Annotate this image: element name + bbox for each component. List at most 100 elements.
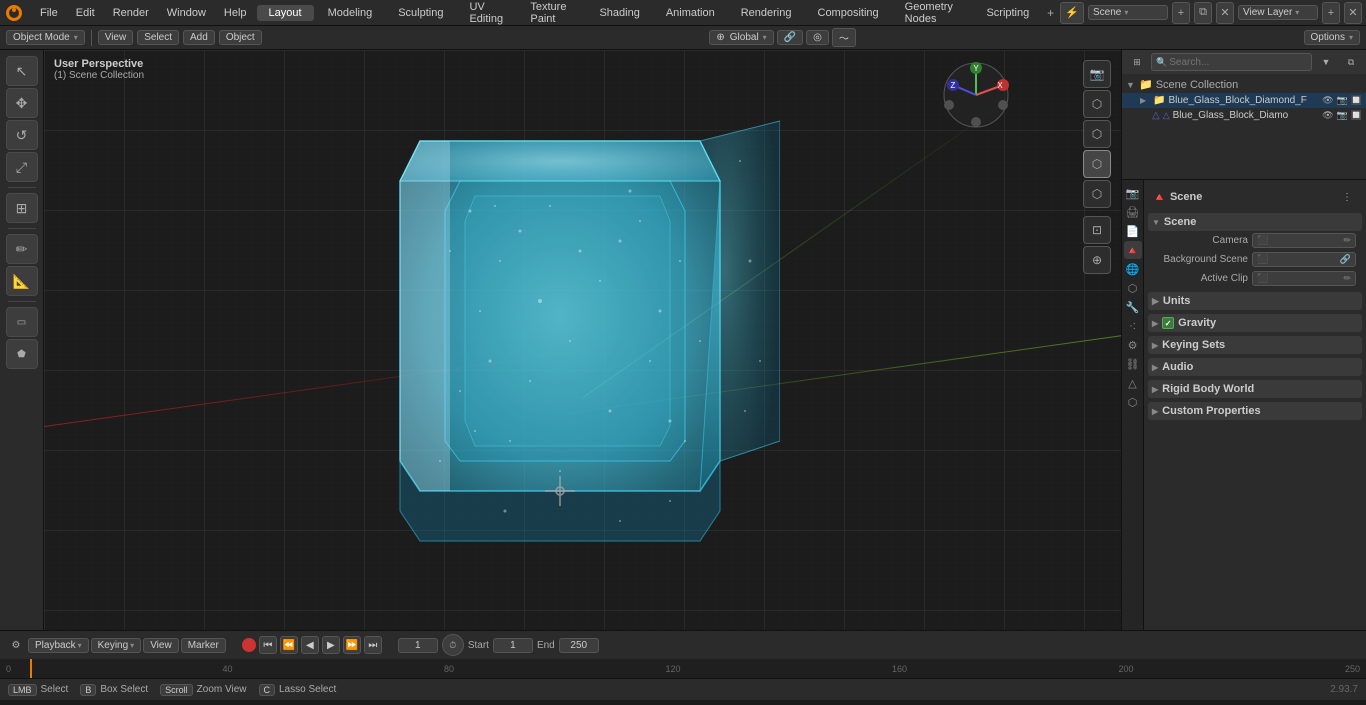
current-frame-input[interactable]: 1 bbox=[398, 638, 438, 653]
outliner-sync-btn[interactable]: ⧉ bbox=[1340, 51, 1362, 73]
particles-properties-icon[interactable]: ·: bbox=[1124, 317, 1142, 335]
menu-file[interactable]: File bbox=[32, 5, 66, 21]
camera-selector[interactable]: ⬛ ✏ bbox=[1252, 233, 1356, 248]
transform-tool[interactable]: ⊞ bbox=[6, 193, 38, 223]
modifier-properties-icon[interactable]: 🔧 bbox=[1124, 298, 1142, 316]
camera-view-btn[interactable]: 📷 bbox=[1083, 60, 1111, 88]
menu-help[interactable]: Help bbox=[216, 5, 255, 21]
audio-header[interactable]: ▶ Audio bbox=[1148, 358, 1362, 376]
camera-icon2[interactable]: 📷 bbox=[1337, 110, 1348, 121]
cursor-tool[interactable]: ↖ bbox=[6, 56, 38, 86]
render-icon[interactable]: 🔲 bbox=[1351, 95, 1362, 106]
gravity-header[interactable]: ▶ ✓ Gravity bbox=[1148, 314, 1362, 332]
camera-icon[interactable]: 📷 bbox=[1337, 95, 1348, 106]
physics-properties-icon[interactable]: ⚙ bbox=[1124, 336, 1142, 354]
tab-uv-editing[interactable]: UV Editing bbox=[457, 0, 516, 27]
measure-tool[interactable]: 📐 bbox=[6, 266, 38, 296]
step-forward-btn[interactable]: ⏩ bbox=[343, 636, 361, 654]
options-btn[interactable]: Options▾ bbox=[1304, 30, 1360, 45]
keying-sets-header[interactable]: ▶ Keying Sets bbox=[1148, 336, 1362, 354]
edit-camera-btn[interactable]: ✏ bbox=[1343, 235, 1351, 246]
bg-scene-icon2[interactable]: 🔗 bbox=[1340, 254, 1351, 265]
active-clip-selector[interactable]: ⬛ ✏ bbox=[1252, 271, 1356, 286]
object-menu-btn[interactable]: Object bbox=[219, 30, 262, 45]
tab-sculpting[interactable]: Sculpting bbox=[386, 5, 455, 21]
scene-section-header[interactable]: ▼ Scene bbox=[1148, 213, 1362, 231]
keying-btn[interactable]: Keying▾ bbox=[91, 638, 142, 653]
tab-layout[interactable]: Layout bbox=[257, 5, 314, 21]
properties-options-btn[interactable]: ⋮ bbox=[1336, 186, 1358, 208]
tab-shading[interactable]: Shading bbox=[587, 5, 651, 21]
tab-compositing[interactable]: Compositing bbox=[806, 5, 891, 21]
visibility-icon2[interactable]: 👁 bbox=[1322, 110, 1333, 121]
units-header[interactable]: ▶ Units bbox=[1148, 292, 1362, 310]
view-menu-btn[interactable]: View bbox=[98, 30, 134, 45]
menu-window[interactable]: Window bbox=[159, 5, 214, 21]
blender-logo[interactable] bbox=[4, 3, 24, 23]
xray-btn[interactable]: ⊡ bbox=[1083, 216, 1111, 244]
annotate-tool[interactable]: ✏ bbox=[6, 234, 38, 264]
curve-btn[interactable]: 〜 bbox=[832, 28, 856, 47]
scene-properties-icon[interactable]: 🔺 bbox=[1124, 241, 1142, 259]
active-clip-icon2[interactable]: ✏ bbox=[1343, 273, 1351, 284]
record-btn[interactable] bbox=[242, 638, 256, 652]
play-btn[interactable]: ▶ bbox=[322, 636, 340, 654]
timeline-menu-btn[interactable]: ⚙ bbox=[6, 635, 26, 655]
scene-selector[interactable]: Scene▾ bbox=[1088, 5, 1168, 20]
outliner-search[interactable]: 🔍 bbox=[1151, 53, 1312, 71]
viewport-gizmo[interactable]: X Y Z bbox=[941, 60, 1011, 133]
data-properties-icon[interactable]: △ bbox=[1124, 374, 1142, 392]
timeline-view-btn[interactable]: View bbox=[143, 638, 179, 653]
bg-scene-selector[interactable]: ⬛ 🔗 bbox=[1252, 252, 1356, 267]
move-tool[interactable]: ✥ bbox=[6, 88, 38, 118]
jump-end-btn[interactable]: ⏭ bbox=[364, 636, 382, 654]
step-back-btn[interactable]: ⏪ bbox=[280, 636, 298, 654]
outliner-menu-btn[interactable]: ⊞ bbox=[1126, 51, 1148, 73]
tab-scripting[interactable]: Scripting bbox=[974, 5, 1041, 21]
outliner-item-mesh[interactable]: △ △ Blue_Glass_Block_Diamo 👁 📷 🔲 bbox=[1122, 108, 1366, 123]
output-properties-icon[interactable]: 🖨 bbox=[1124, 203, 1142, 221]
solid-view-btn[interactable]: ⬡ bbox=[1083, 150, 1111, 178]
playback-btn[interactable]: Playback▾ bbox=[28, 638, 89, 653]
scene-collection-item[interactable]: ▼ 📁 Scene Collection bbox=[1122, 76, 1366, 93]
overlay-btn[interactable]: ⊕ bbox=[1083, 246, 1111, 274]
add-menu-btn[interactable]: Add bbox=[183, 30, 215, 45]
material-preview-btn[interactable]: ⬡ bbox=[1083, 120, 1111, 148]
play-reverse-btn[interactable]: ◀ bbox=[301, 636, 319, 654]
outliner-filter-btn[interactable]: ▼ bbox=[1315, 51, 1337, 73]
jump-start-btn[interactable]: ⏮ bbox=[259, 636, 277, 654]
render-preview-btn[interactable]: ⬡ bbox=[1083, 90, 1111, 118]
transform-selector[interactable]: ⊕Global▾ bbox=[709, 30, 773, 45]
scale-tool[interactable]: ⤢ bbox=[6, 152, 38, 182]
delete-layer-btn[interactable]: ✕ bbox=[1344, 2, 1362, 24]
constraints-icon[interactable]: ⛓ bbox=[1124, 355, 1142, 373]
object-mode-btn[interactable]: Object Mode▾ bbox=[6, 30, 85, 45]
wireframe-btn[interactable]: ⬡ bbox=[1083, 180, 1111, 208]
marker-btn[interactable]: Marker bbox=[181, 638, 226, 653]
proportional-btn[interactable]: ◎ bbox=[806, 30, 829, 45]
menu-render[interactable]: Render bbox=[105, 5, 157, 21]
tab-texture-paint[interactable]: Texture Paint bbox=[518, 0, 585, 27]
view-layer-selector[interactable]: View Layer▾ bbox=[1238, 5, 1318, 20]
add-cube-tool[interactable]: ▭ bbox=[6, 307, 38, 337]
world-properties-icon[interactable]: 🌐 bbox=[1124, 260, 1142, 278]
extra-tool[interactable]: ⬟ bbox=[6, 339, 38, 369]
custom-props-header[interactable]: ▶ Custom Properties bbox=[1148, 402, 1362, 420]
outliner-item-collection[interactable]: ▶ 📁 Blue_Glass_Block_Diamond_F 👁 📷 🔲 bbox=[1122, 93, 1366, 108]
gravity-checkbox[interactable]: ✓ bbox=[1162, 317, 1174, 329]
outliner-search-input[interactable] bbox=[1169, 57, 1307, 68]
delete-scene-btn[interactable]: ✕ bbox=[1216, 2, 1234, 24]
timeline-ruler[interactable]: 0 40 80 120 160 200 250 bbox=[0, 659, 1366, 678]
tab-geometry-nodes[interactable]: Geometry Nodes bbox=[893, 0, 973, 27]
copy-scene-btn[interactable]: ⧉ bbox=[1194, 2, 1212, 24]
end-frame-input[interactable]: 250 bbox=[559, 638, 599, 653]
rigid-body-header[interactable]: ▶ Rigid Body World bbox=[1148, 380, 1362, 398]
tab-animation[interactable]: Animation bbox=[654, 5, 727, 21]
new-layer-btn[interactable]: + bbox=[1322, 2, 1340, 24]
tab-rendering[interactable]: Rendering bbox=[729, 5, 804, 21]
tab-modeling[interactable]: Modeling bbox=[316, 5, 385, 21]
viewport[interactable]: User Perspective (1) Scene Collection X … bbox=[44, 50, 1121, 630]
visibility-icon[interactable]: 👁 bbox=[1322, 95, 1333, 106]
menu-edit[interactable]: Edit bbox=[68, 5, 103, 21]
start-frame-input[interactable]: 1 bbox=[493, 638, 533, 653]
